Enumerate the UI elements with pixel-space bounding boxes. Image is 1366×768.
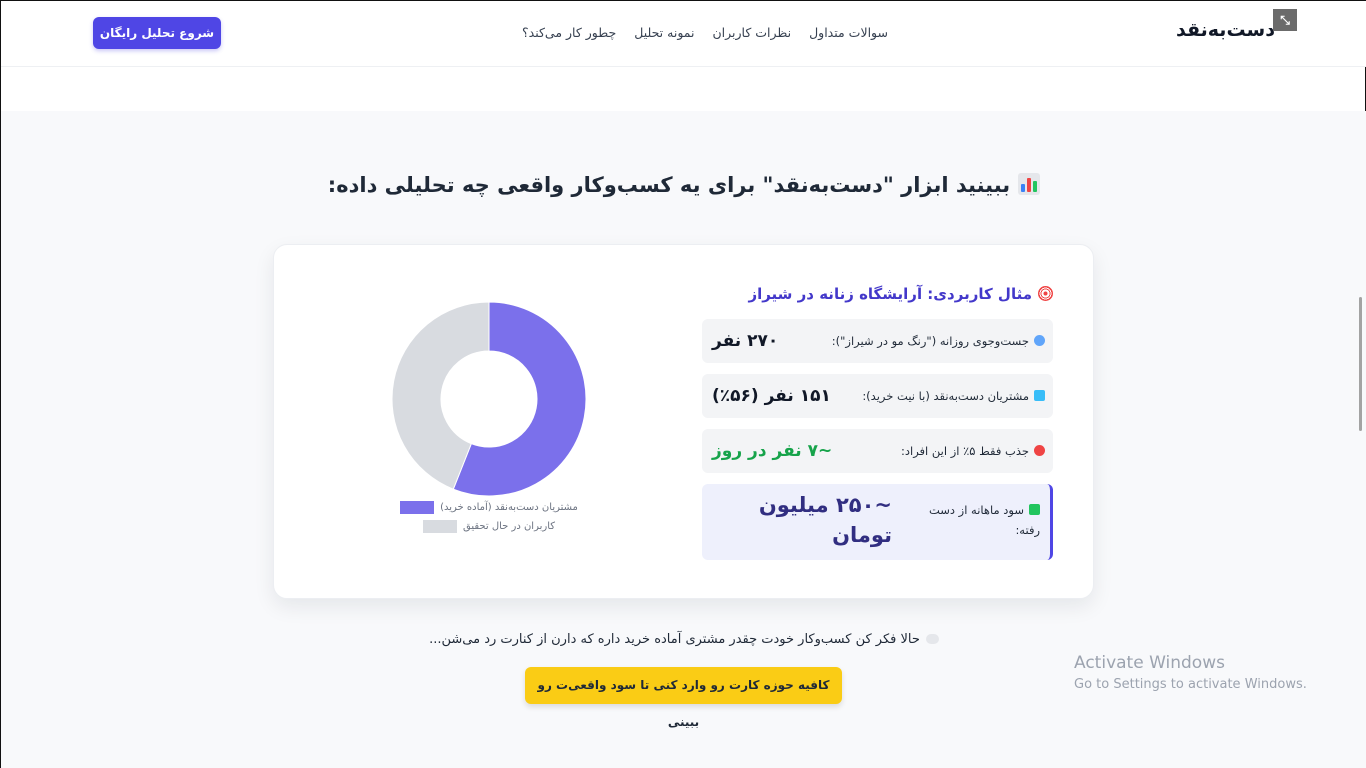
stat-buyers: مشتریان دست‌به‌نقد (با نیت خرید): ۱۵۱ نف… [702,374,1053,418]
section-title: ببینید ابزار "دست‌به‌نقد" برای یه کسب‌وک… [1,173,1366,197]
analysis-card: مثال کاربردی: آرایشگاه زنانه در شیراز جس… [273,244,1094,599]
legend-item[interactable]: مشتریان دست‌به‌نقد (آماده خرید) [374,501,604,514]
site-header: دست‌به‌نقد چطور کار می‌کند؟ نمونه تحلیل … [1,1,1366,67]
example-title-text: مثال کاربردی: آرایشگاه زنانه در شیراز [748,285,1032,303]
lost-profit-label: سود ماهانه از دست رفته: [928,503,1040,537]
example-title: مثال کاربردی: آرایشگاه زنانه در شیراز [748,285,1053,303]
nav-testimonials[interactable]: نظرات کاربران [712,25,791,40]
legend-swatch [422,520,457,533]
section-title-text: ببینید ابزار "دست‌به‌نقد" برای یه کسب‌وک… [327,173,1011,197]
target-icon [1038,286,1053,301]
nav-how-it-works[interactable]: چطور کار می‌کند؟ [522,25,616,40]
stat-label: جذب فقط ۵٪ از این افراد: [901,444,1029,458]
nav-faq[interactable]: سوالات متداول [809,25,888,40]
legend-swatch [400,501,435,514]
magnifier-icon [1034,335,1045,346]
lost-profit-value: ~۲۵۰ میلیون تومان [758,493,892,547]
prompt-text-body: حالا فکر کن کسب‌وکار خودت چقدر مشتری آما… [429,632,920,647]
donut-chart [391,301,587,497]
stat-label: مشتریان دست‌به‌نقد (با نیت خرید): [862,389,1029,403]
start-free-analysis-button[interactable]: شروع تحلیل رایگان [93,17,221,49]
see-real-profit-button[interactable]: کافیه حوزه کارت رو وارد کنی تا سود واقعی… [525,667,842,729]
main-nav: چطور کار می‌کند؟ نمونه تحلیل نظرات کاربر… [522,25,888,40]
legend-label: کاربران در حال تحقیق [462,521,556,532]
brand-logo[interactable]: دست‌به‌نقد [1176,19,1275,41]
activate-title: Activate Windows [1074,653,1225,673]
windows-activation-watermark: Activate Windows Go to Settings to activ… [1074,653,1307,692]
target-icon [1034,445,1045,456]
nav-sample-analysis[interactable]: نمونه تحلیل [634,25,694,40]
stat-daily-searches: جست‌وجوی روزانه ("رنگ مو در شیراز"): ۲۷۰… [702,319,1053,363]
money-icon [1029,504,1040,515]
stat-label: جست‌وجوی روزانه ("رنگ مو در شیراز"): [831,334,1029,348]
lost-profit-box: سود ماهانه از دست رفته: ~۲۵۰ میلیون توما… [702,484,1053,560]
scrollbar[interactable] [1359,297,1362,431]
activate-subtitle: Go to Settings to activate Windows. [1074,677,1307,692]
bar-chart-icon [1018,173,1041,195]
legend-item[interactable]: کاربران در حال تحقیق [374,520,604,533]
donut-chart-svg [391,301,587,497]
stat-value: ۱۵۱ نفر (۵۶٪) [712,386,831,406]
shopping-bags-icon [1034,390,1045,401]
collapse-icon[interactable]: ⤡ [1273,9,1297,31]
stat-conversion: جذب فقط ۵٪ از این افراد: ~۷ نفر در روز [702,429,1053,473]
speech-bubble-icon [925,634,939,644]
stat-value: ~۷ نفر در روز [712,441,833,461]
chart-legend: مشتریان دست‌به‌نقد (آماده خرید) کاربران د… [374,501,604,539]
legend-label: مشتریان دست‌به‌نقد (آماده خرید) [440,502,578,513]
prompt-text: حالا فکر کن کسب‌وکار خودت چقدر مشتری آما… [1,632,1366,647]
stat-value: ۲۷۰ نفر [712,331,779,351]
